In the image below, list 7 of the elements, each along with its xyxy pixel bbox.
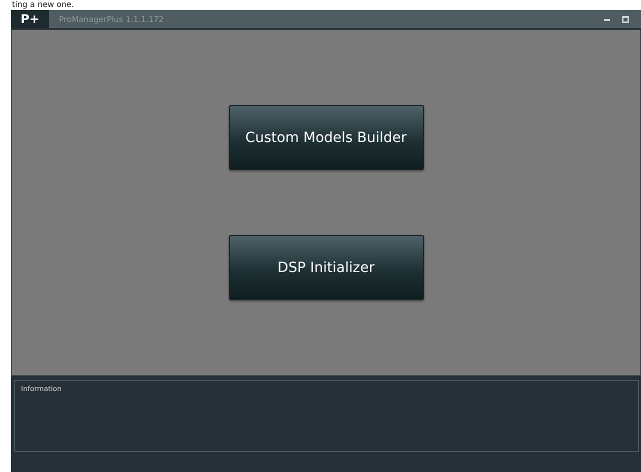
menu-button[interactable]: DSP Initializer [228, 235, 424, 300]
minimize-icon[interactable] [604, 18, 610, 20]
window-title: ProManagerPlus 1.1.1.172 [59, 14, 165, 24]
app-logo: P+ [11, 10, 49, 28]
menu-button[interactable]: Custom Models Builder [228, 105, 424, 170]
maximize-icon[interactable] [622, 16, 629, 22]
page-caption: ting a new one. [11, 0, 76, 10]
